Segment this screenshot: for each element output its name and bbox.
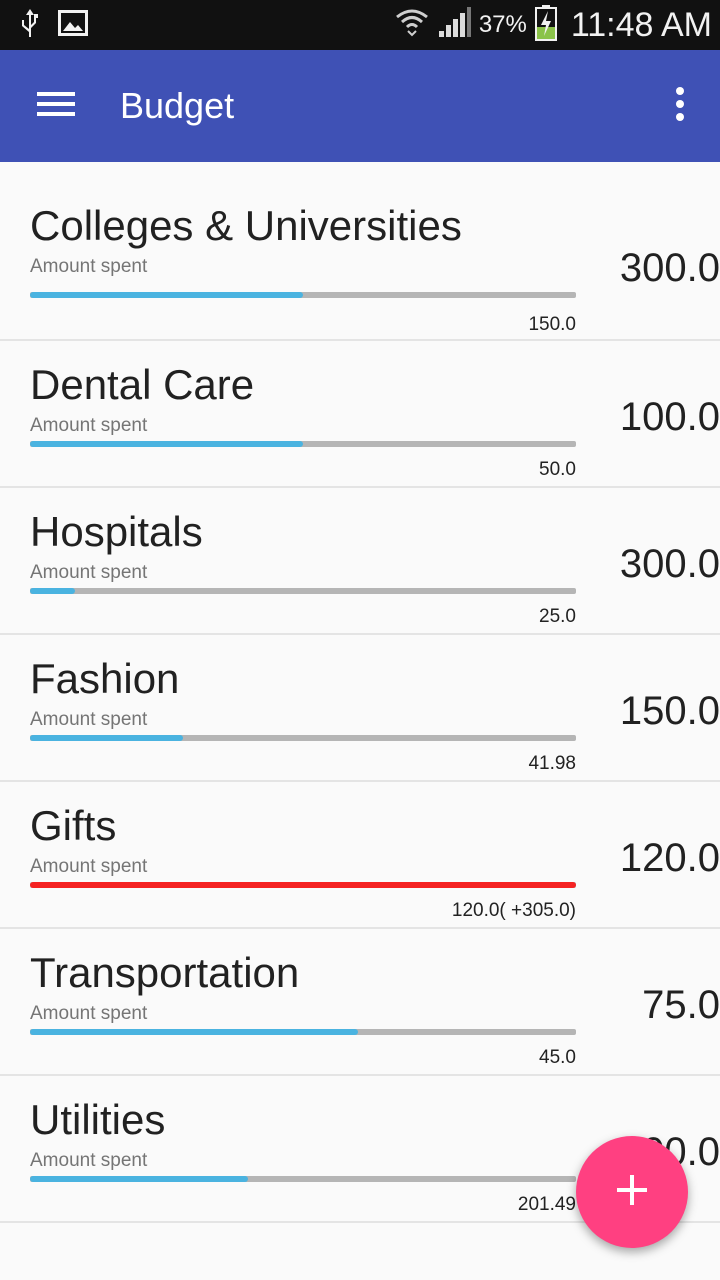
spent-value: 120.0( +305.0) — [451, 900, 576, 921]
budget-value: 300.0 — [619, 542, 720, 586]
budget-value: 120.0 — [619, 836, 720, 880]
app-bar: Budget — [0, 50, 720, 162]
category-name: Colleges & Universities — [30, 202, 462, 249]
spent-value: 41.98 — [528, 753, 576, 774]
signal-icon — [437, 6, 471, 44]
progress-track — [30, 292, 576, 298]
progress-track — [30, 1176, 576, 1182]
category-name: Gifts — [30, 802, 117, 849]
budget-value: 300.0 — [619, 246, 720, 290]
spent-value: 25.0 — [539, 606, 576, 627]
category-name: Utilities — [30, 1096, 166, 1143]
amount-spent-label: Amount spent — [30, 1150, 148, 1171]
budget-value: 100.0 — [619, 395, 720, 439]
amount-spent-label: Amount spent — [30, 256, 148, 277]
category-name: Hospitals — [30, 508, 203, 555]
budget-value: 75.0 — [642, 983, 720, 1027]
budget-item-fashion[interactable]: Fashion Amount spent 41.98 150.0 — [0, 635, 720, 782]
progress-fill — [30, 292, 303, 298]
budget-value: 150.0 — [619, 689, 720, 733]
add-icon — [617, 1174, 647, 1210]
menu-button[interactable] — [0, 50, 112, 162]
menu-icon — [37, 90, 75, 123]
status-bar: 37% 11:48 AM — [0, 0, 720, 50]
spent-value: 201.49 — [517, 1194, 576, 1215]
add-budget-button[interactable] — [576, 1136, 688, 1248]
progress-track — [30, 882, 576, 888]
more-vert-icon — [675, 86, 685, 126]
budget-item-dental-care[interactable]: Dental Care Amount spent 50.0 100.0 — [0, 341, 720, 488]
amount-spent-label: Amount spent — [30, 415, 148, 436]
progress-track — [30, 441, 576, 447]
budget-item-colleges[interactable]: Colleges & Universities Amount spent 150… — [0, 162, 720, 341]
progress-fill — [30, 1029, 358, 1035]
progress-track — [30, 735, 576, 741]
amount-spent-label: Amount spent — [30, 856, 148, 877]
progress-track — [30, 588, 576, 594]
progress-track — [30, 1029, 576, 1035]
category-name: Fashion — [30, 655, 180, 702]
budget-item-transportation[interactable]: Transportation Amount spent 45.0 75.0 — [0, 929, 720, 1076]
battery-percent: 37% — [478, 11, 527, 38]
spent-value: 50.0 — [539, 459, 576, 480]
progress-fill — [30, 1176, 249, 1182]
budget-list: Colleges & Universities Amount spent 150… — [0, 162, 720, 1223]
spent-value: 45.0 — [539, 1047, 576, 1068]
overflow-menu-button[interactable] — [640, 50, 720, 162]
image-icon — [58, 9, 88, 41]
progress-fill — [30, 882, 576, 888]
progress-fill — [30, 588, 76, 594]
progress-fill — [30, 735, 183, 741]
progress-fill — [30, 441, 303, 447]
usb-icon — [18, 7, 42, 44]
category-name: Dental Care — [30, 361, 255, 408]
amount-spent-label: Amount spent — [30, 562, 148, 583]
amount-spent-label: Amount spent — [30, 1003, 148, 1024]
wifi-icon — [395, 7, 429, 44]
page-title: Budget — [120, 85, 235, 126]
category-name: Transportation — [30, 949, 300, 996]
spent-value: 150.0 — [528, 314, 576, 335]
budget-item-gifts[interactable]: Gifts Amount spent 120.0( +305.0) 120.0 — [0, 782, 720, 929]
battery-charging-icon — [534, 4, 557, 46]
budget-item-hospitals[interactable]: Hospitals Amount spent 25.0 300.0 — [0, 488, 720, 635]
amount-spent-label: Amount spent — [30, 709, 148, 730]
clock: 11:48 AM — [570, 5, 712, 44]
